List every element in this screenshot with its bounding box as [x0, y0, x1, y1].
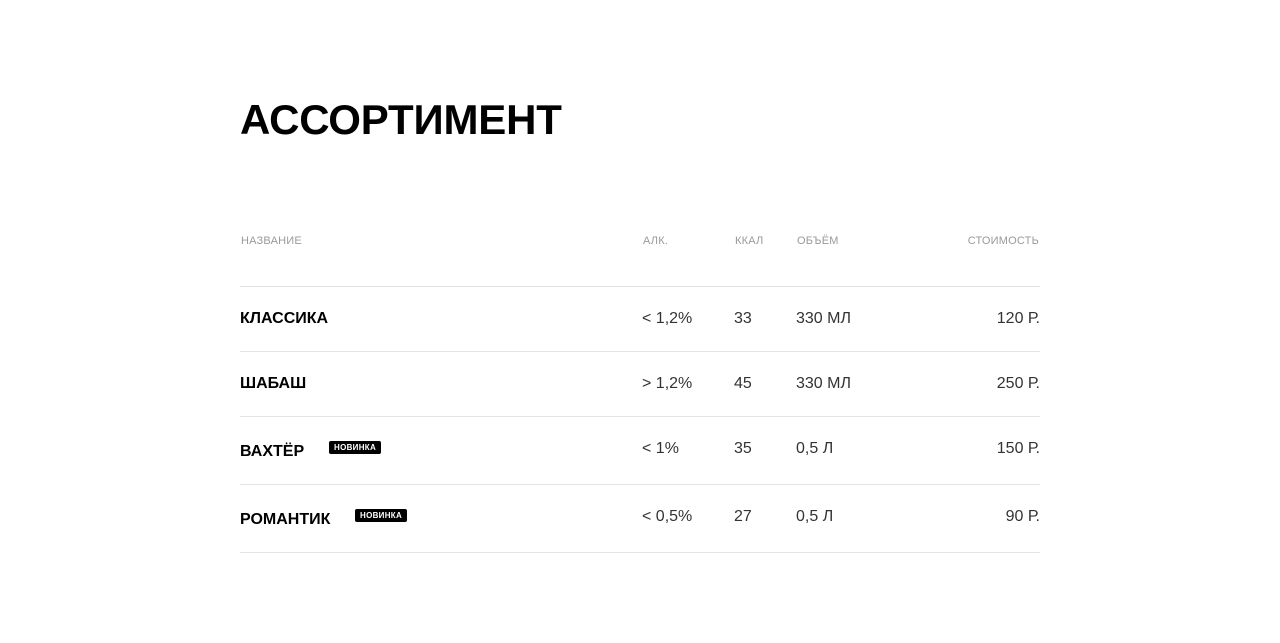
product-volume: 330 МЛ	[796, 375, 851, 392]
product-price: 120 Р.	[996, 310, 1040, 327]
product-alcohol: < 0,5%	[642, 508, 693, 525]
column-header-name: НАЗВАНИЕ	[241, 235, 302, 247]
product-name: ВАХТЁР	[240, 443, 305, 460]
column-header-alcohol: АЛК.	[643, 235, 669, 247]
product-kcal: 35	[734, 440, 752, 457]
new-badge: НОВИНКА	[355, 509, 408, 522]
product-name: РОМАНТИК	[240, 511, 331, 528]
column-header-volume: ОБЪЁМ	[797, 235, 839, 247]
page-title: АССОРТИМЕНТ	[240, 96, 562, 143]
product-price: 90 Р.	[1005, 508, 1040, 525]
table-header: НАЗВАНИЕ АЛК. ККАЛ ОБЪЁМ СТОИМОСТЬ	[240, 234, 1040, 250]
table-row: ВАХТЁР НОВИНКА < 1% 35 0,5 Л 150 Р.	[240, 417, 1040, 485]
product-alcohol: > 1,2%	[642, 375, 693, 392]
product-table: КЛАССИКА < 1,2% 33 330 МЛ 120 Р. ШАБАШ >…	[240, 286, 1040, 553]
product-name: КЛАССИКА	[240, 310, 329, 327]
column-header-price: СТОИМОСТЬ	[967, 235, 1039, 247]
product-name: ШАБАШ	[240, 375, 307, 392]
product-price: 250 Р.	[996, 375, 1040, 392]
product-kcal: 45	[734, 375, 752, 392]
product-kcal: 33	[734, 310, 752, 327]
new-badge: НОВИНКА	[329, 441, 382, 454]
table-row: РОМАНТИК НОВИНКА < 0,5% 27 0,5 Л 90 Р.	[240, 485, 1040, 553]
product-price: 150 Р.	[996, 440, 1040, 457]
product-kcal: 27	[734, 508, 752, 525]
product-volume: 0,5 Л	[796, 440, 834, 457]
product-alcohol: < 1,2%	[642, 310, 693, 327]
product-alcohol: < 1%	[642, 440, 679, 457]
table-row: ШАБАШ > 1,2% 45 330 МЛ 250 Р.	[240, 352, 1040, 417]
product-volume: 0,5 Л	[796, 508, 834, 525]
column-header-kcal: ККАЛ	[735, 235, 764, 247]
table-row: КЛАССИКА < 1,2% 33 330 МЛ 120 Р.	[240, 287, 1040, 352]
product-volume: 330 МЛ	[796, 310, 851, 327]
